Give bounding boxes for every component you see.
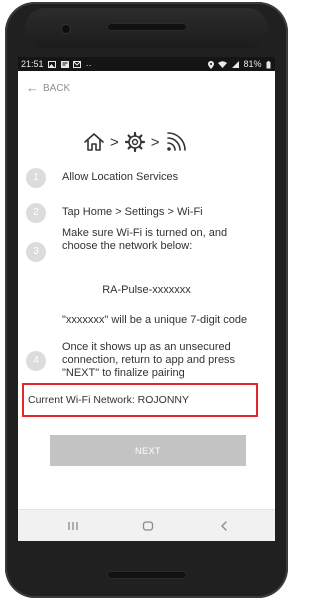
screen: 21:51 ·· 81% ← BACK > > 1 Allow Location…	[18, 57, 275, 541]
step-number: 2	[26, 203, 46, 223]
android-nav-bar	[18, 509, 275, 541]
step-text: Tap Home > Settings > Wi-Fi	[62, 206, 203, 218]
step-text-line-2: choose the network below:	[62, 240, 193, 252]
cell-signal-icon	[231, 61, 239, 69]
app-icon	[60, 61, 69, 69]
back-arrow-icon: ←	[26, 80, 39, 95]
step-text-line-1: Make sure Wi-Fi is turned on, and	[62, 227, 228, 239]
wifi-signal-icon	[218, 61, 228, 69]
step-text-line-3: "NEXT" to finalize pairing	[62, 367, 185, 379]
step-3: 3 Make sure Wi-Fi is turned on, and choo…	[26, 227, 271, 262]
front-camera	[61, 24, 71, 34]
wifi-icon	[166, 132, 186, 151]
home-nav-icon[interactable]	[138, 518, 158, 534]
back-label: BACK	[43, 82, 71, 94]
step-text: Allow Location Services	[62, 171, 179, 183]
next-button[interactable]: NEXT	[50, 435, 246, 466]
current-network-label: Current Wi-Fi Network: ROJONNY	[28, 394, 190, 406]
email-icon	[73, 61, 82, 69]
battery-icon	[266, 60, 271, 69]
more-dots-icon: ··	[85, 59, 92, 70]
back-button[interactable]: ← BACK	[26, 81, 70, 95]
path-separator: >	[150, 133, 160, 151]
step-text-line-1: Once it shows up as an unsecured	[62, 341, 231, 353]
image-icon	[48, 61, 57, 69]
step-1: 1 Allow Location Services	[26, 168, 271, 188]
earpiece-speaker	[107, 23, 187, 31]
back-nav-icon[interactable]	[214, 518, 234, 534]
location-icon	[207, 60, 214, 69]
step-number: 3	[26, 242, 46, 262]
status-time: 21:51	[21, 59, 44, 69]
status-left: 21:51 ··	[21, 57, 92, 72]
battery-percent: 81%	[243, 59, 262, 69]
step-4: 4 Once it shows up as an unsecured conne…	[26, 341, 271, 381]
settings-path-icons: > >	[83, 129, 223, 155]
network-name: RA-Pulse-xxxxxxx	[102, 284, 191, 296]
path-separator: >	[110, 133, 119, 151]
unique-code-note: "xxxxxxx" will be a unique 7-digit code	[62, 314, 248, 326]
step-2: 2 Tap Home > Settings > Wi-Fi	[26, 203, 271, 223]
recent-apps-icon[interactable]	[63, 518, 83, 534]
current-network-highlight: Current Wi-Fi Network: ROJONNY	[22, 383, 258, 417]
gear-icon	[124, 131, 145, 153]
step-text-line-2: connection, return to app and press	[62, 354, 236, 366]
step-number: 4	[26, 351, 46, 371]
home-icon	[84, 133, 104, 151]
status-right: 81%	[206, 57, 271, 71]
step-number: 1	[26, 168, 46, 188]
status-bar: 21:51 ·· 81%	[18, 57, 275, 71]
bottom-speaker	[107, 571, 187, 579]
